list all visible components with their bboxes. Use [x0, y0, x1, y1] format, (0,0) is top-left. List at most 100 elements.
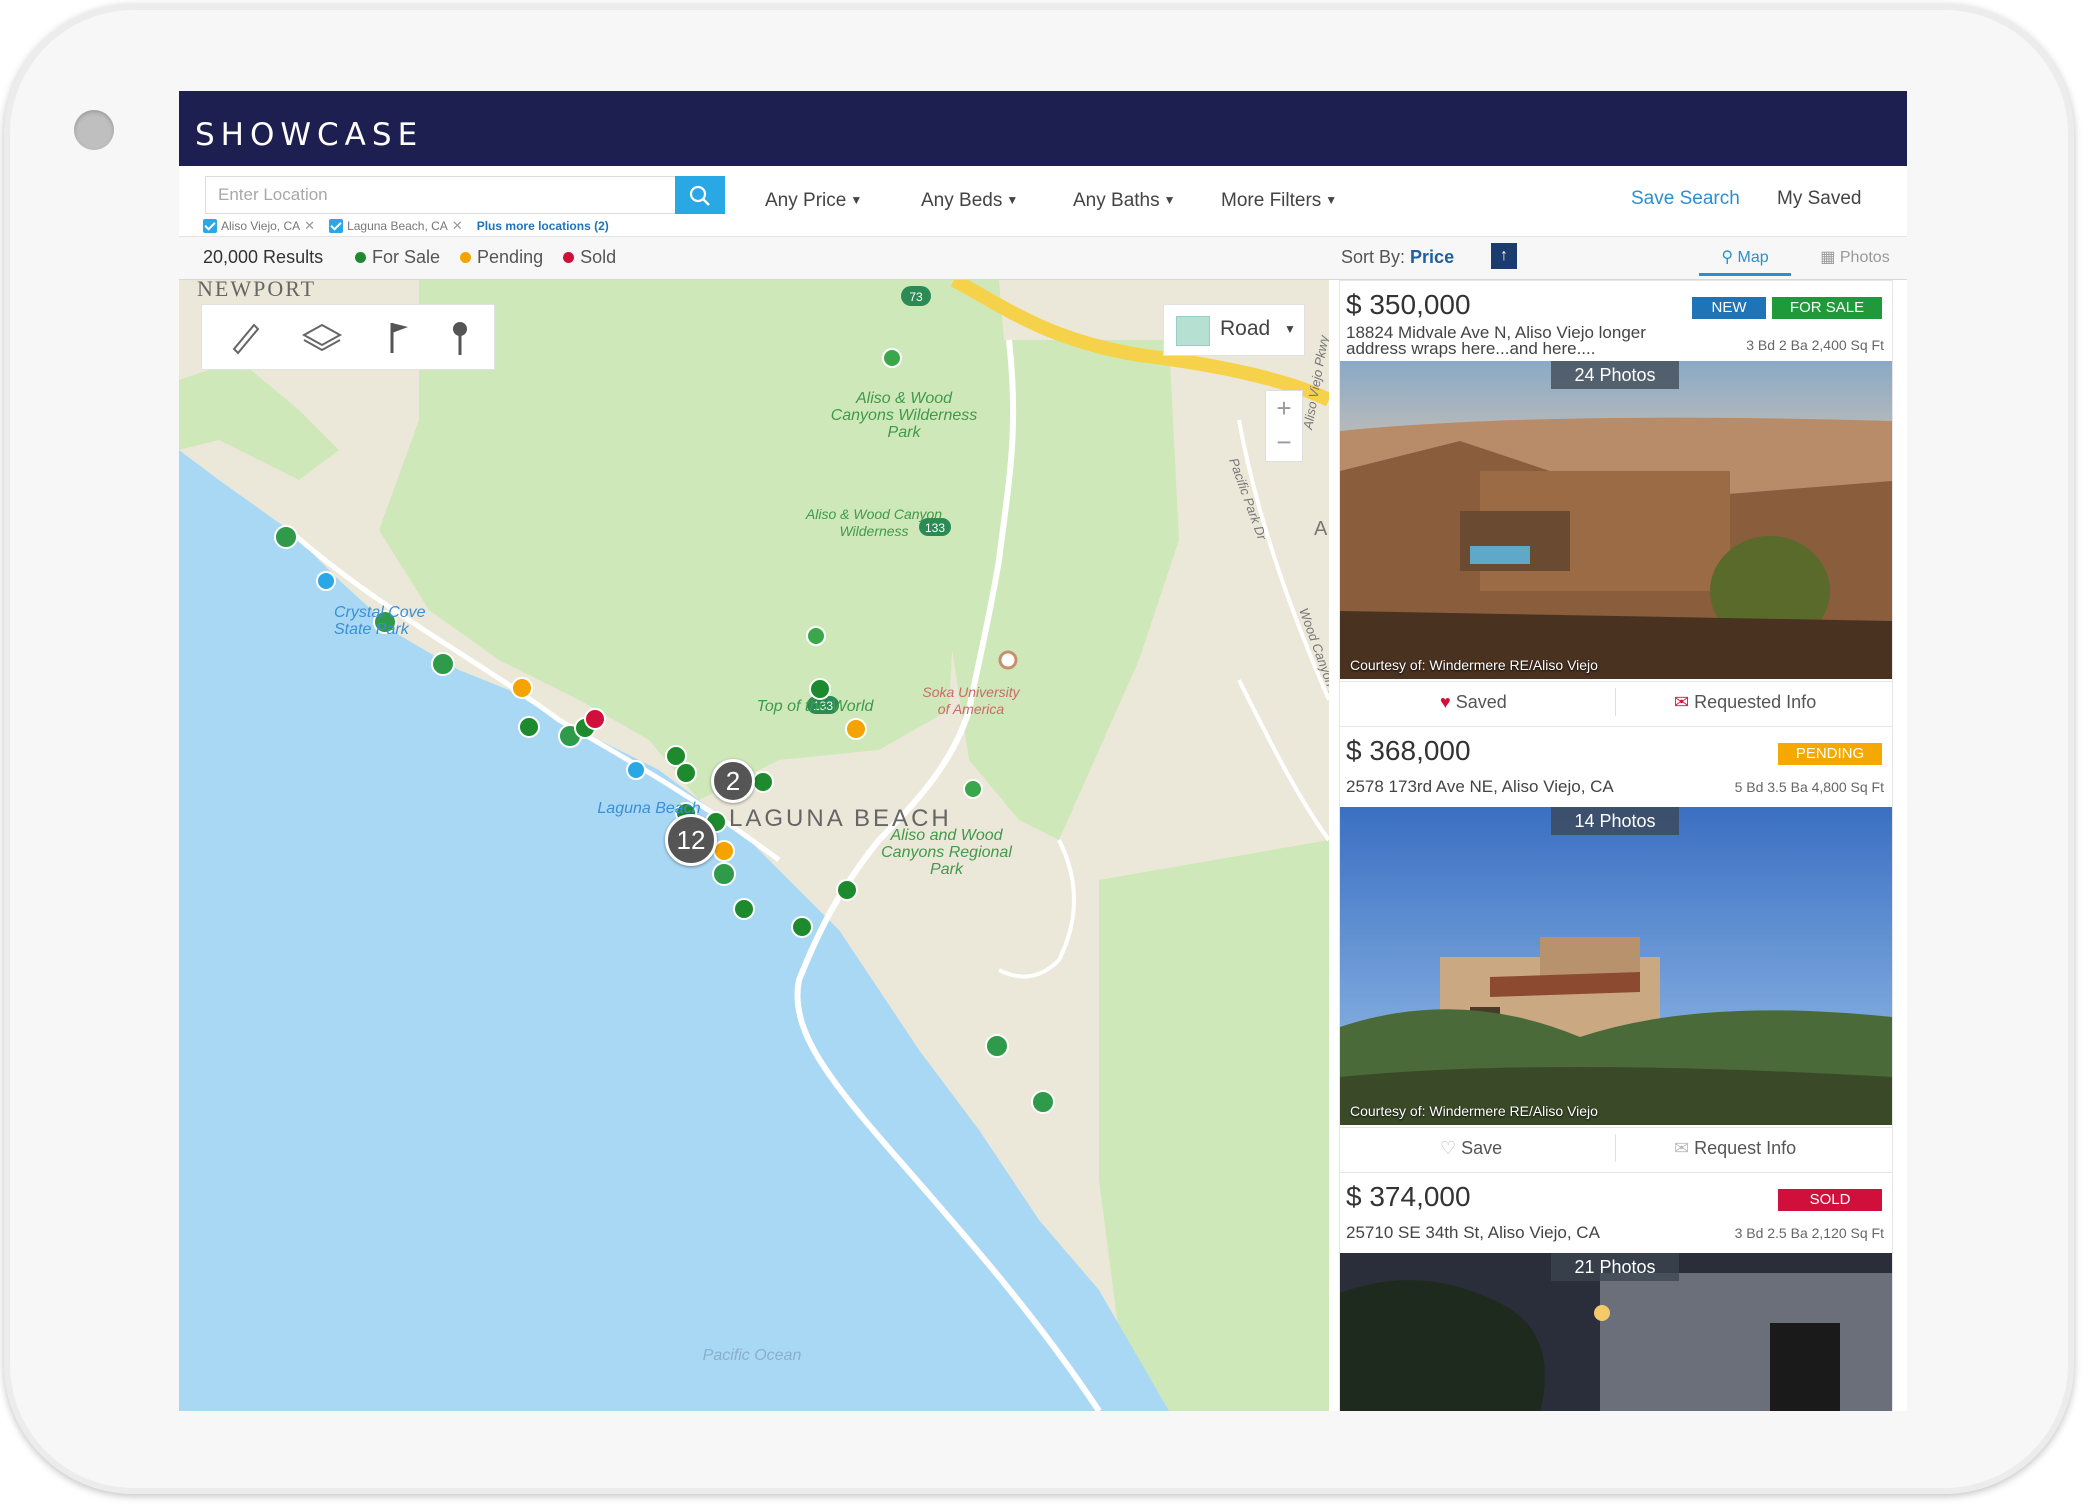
for-sale-marker[interactable]	[733, 898, 755, 920]
route-shield: 73	[901, 286, 931, 306]
green-dot-icon	[355, 252, 366, 263]
checkbox-icon[interactable]	[203, 219, 217, 233]
filter-bar: Aliso Viejo, CA✕ Laguna Beach, CA✕ Plus …	[179, 166, 1907, 237]
for-sale-marker[interactable]	[518, 716, 540, 738]
map-canvas[interactable]: 73 133 133 NEWPORT A Pacific Park Dr Ali…	[179, 280, 1329, 1411]
my-saved-link[interactable]: My Saved	[1777, 188, 1861, 210]
beach-label: Crystal Cove State Park	[334, 604, 426, 638]
baths-filter-label: Any Baths	[1073, 190, 1160, 211]
map-toolbar	[201, 304, 495, 370]
tab-photos[interactable]: ▦ Photos	[1809, 247, 1901, 267]
draw-pencil-icon[interactable]	[226, 317, 266, 357]
listing-card[interactable]: $ 350,000 NEW FOR SALE 18824 Midvale Ave…	[1339, 280, 1893, 728]
more-locations-link[interactable]: Plus more locations (2)	[477, 219, 609, 233]
for-sale-marker[interactable]	[675, 762, 697, 784]
listing-photo[interactable]: 24 Photos Courtesy of: Windermere RE/Ali…	[1340, 361, 1892, 679]
listing-marker[interactable]	[712, 862, 736, 886]
listing-actions: ♥ Saved ✉ Requested Info	[1340, 681, 1892, 722]
close-icon[interactable]: ✕	[452, 218, 463, 234]
results-bar: 20,000 Results For Sale Pending Sold Sor…	[179, 237, 1907, 282]
listing-marker[interactable]	[274, 525, 298, 549]
zoom-in-icon[interactable]: +	[1266, 391, 1302, 425]
save-action[interactable]: ♥ Saved	[1440, 692, 1507, 713]
beach-poi-icon[interactable]	[626, 760, 646, 780]
photo-count: 14 Photos	[1551, 807, 1679, 835]
baths-filter[interactable]: Any Baths ▼	[1073, 190, 1176, 212]
map-layer-select[interactable]: Road ▼	[1163, 304, 1305, 356]
save-search-link[interactable]: Save Search	[1631, 188, 1740, 210]
park-label: Aliso and Wood Canyons Regional Park	[881, 827, 1012, 878]
listing-actions: ♡ Save ✉ Request Info	[1340, 1127, 1892, 1168]
sort-label: Sort By:	[1341, 247, 1406, 267]
legend-label: Sold	[580, 247, 617, 267]
camera-icon	[74, 110, 114, 150]
results-count: 20,000 Results	[203, 247, 324, 267]
request-info-action[interactable]: ✉ Requested Info	[1674, 692, 1816, 713]
listing-marker[interactable]	[985, 1034, 1009, 1058]
sort-by[interactable]: Sort By: Price	[1341, 247, 1454, 268]
listing-marker[interactable]	[1031, 1090, 1055, 1114]
tab-photos-label: Photos	[1839, 249, 1890, 266]
map-pin-icon: ⚲	[1721, 249, 1734, 266]
for-sale-marker[interactable]	[809, 678, 831, 700]
listing-specs: 5 Bd 3.5 Ba 4,800 Sq Ft	[1734, 779, 1884, 795]
stucco-house-photo	[1340, 807, 1892, 1125]
location-search-input[interactable]	[205, 176, 675, 214]
cluster-marker[interactable]: 2	[711, 759, 755, 803]
listing-photo[interactable]: 21 Photos	[1340, 1253, 1892, 1411]
tab-map[interactable]: ⚲ Map	[1699, 247, 1791, 276]
save-action[interactable]: ♡ Save	[1440, 1138, 1502, 1159]
logo[interactable]: SHOWCASE	[195, 117, 423, 153]
zoom-control[interactable]: + −	[1265, 390, 1303, 462]
legend-label: Pending	[477, 247, 544, 267]
orange-dot-icon	[460, 252, 472, 263]
for-sale-marker[interactable]	[791, 916, 813, 938]
pending-marker[interactable]	[713, 840, 735, 862]
listing-price: $ 350,000	[1346, 289, 1471, 320]
listing-card[interactable]: $ 368,000 PENDING 2578 173rd Ave NE, Ali…	[1339, 726, 1893, 1174]
more-filters[interactable]: More Filters ▼	[1221, 190, 1337, 212]
sort-direction-icon[interactable]: ↑	[1491, 243, 1517, 269]
flag-icon[interactable]	[380, 317, 420, 357]
pin-icon[interactable]	[440, 317, 480, 357]
listing-card[interactable]: $ 374,000 SOLD 25710 SE 34th St, Aliso V…	[1339, 1172, 1893, 1411]
search-button[interactable]	[675, 176, 725, 214]
price-filter[interactable]: Any Price ▼	[765, 190, 862, 212]
location-chip[interactable]: Aliso Viejo, CA ✕	[203, 218, 315, 234]
checkbox-icon[interactable]	[329, 219, 344, 233]
beach-poi-icon[interactable]	[316, 571, 336, 591]
location-chips: Aliso Viejo, CA ✕ Laguna Beach, CA ✕ Plus …	[203, 218, 609, 234]
chip-label: Aliso Viejo, CA	[221, 219, 301, 233]
pending-marker[interactable]	[511, 677, 533, 699]
park-poi-icon[interactable]	[882, 348, 902, 368]
search-icon	[689, 185, 710, 206]
location-chip[interactable]: Laguna Beach, CA ✕	[329, 218, 463, 234]
sold-marker[interactable]	[584, 708, 606, 730]
pending-marker[interactable]	[845, 718, 867, 740]
sold-badge: SOLD	[1778, 1189, 1882, 1211]
request-info-action[interactable]: ✉ Request Info	[1674, 1138, 1796, 1159]
university-poi-icon[interactable]	[998, 650, 1018, 670]
close-icon[interactable]: ✕	[304, 218, 315, 234]
park-poi-icon[interactable]	[806, 626, 826, 646]
listings-panel[interactable]: $ 350,000 NEW FOR SALE 18824 Midvale Ave…	[1329, 280, 1907, 1411]
beds-filter[interactable]: Any Beds ▼	[921, 190, 1018, 212]
price-filter-label: Any Price	[765, 190, 847, 211]
listing-address: 2578 173rd Ave NE, Aliso Viejo, CA	[1346, 777, 1614, 796]
listing-photo[interactable]: 14 Photos Courtesy of: Windermere RE/Ali…	[1340, 807, 1892, 1125]
map-layer-label: Road	[1220, 317, 1271, 340]
for-sale-marker[interactable]	[836, 879, 858, 901]
listing-marker[interactable]	[431, 652, 455, 676]
layers-icon[interactable]	[300, 317, 343, 357]
divider	[1615, 688, 1616, 716]
caret-down-icon: ▼	[1006, 193, 1019, 207]
for-sale-badge: FOR SALE	[1772, 297, 1882, 319]
map-view[interactable]: 73 133 133 NEWPORT A Pacific Park Dr Ali…	[179, 280, 1329, 1411]
university-label: Soka University of America	[922, 684, 1020, 717]
cluster-marker[interactable]: 12	[665, 814, 717, 866]
park-poi-icon[interactable]	[963, 779, 983, 799]
ali-label: ALI	[1314, 518, 1329, 540]
new-badge: NEW	[1692, 297, 1766, 319]
for-sale-marker[interactable]	[752, 771, 774, 793]
zoom-out-icon[interactable]: −	[1266, 425, 1302, 459]
